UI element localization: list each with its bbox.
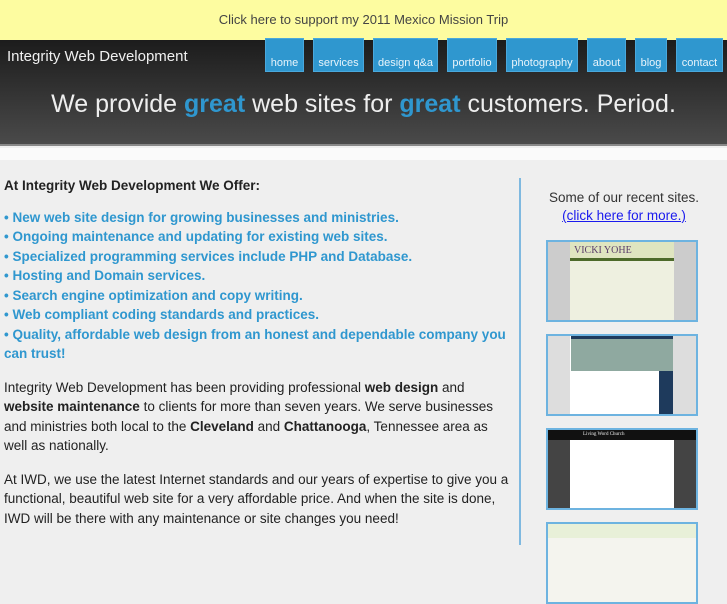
column-divider — [519, 178, 521, 545]
recent-sites-sidebar: Some of our recent sites. (click here fo… — [521, 190, 727, 223]
site-thumbnail[interactable] — [546, 334, 698, 416]
main-content: At Integrity Web Development We Offer: N… — [4, 176, 514, 528]
offers-heading: At Integrity Web Development We Offer: — [4, 178, 261, 193]
nav-contact[interactable]: contact — [676, 38, 723, 72]
banner-link[interactable]: Click here to support my 2011 Mexico Mis… — [219, 12, 508, 27]
bold-text: Cleveland — [190, 418, 254, 434]
tagline-text: web sites for — [245, 90, 400, 118]
tagline-text: We provide — [51, 90, 185, 118]
nav-services[interactable]: services — [313, 38, 364, 72]
nav-design-qa[interactable]: design q&a — [373, 38, 438, 72]
offer-item: Search engine optimization and copy writ… — [4, 286, 514, 306]
text: and — [438, 379, 465, 395]
site-thumbnail[interactable] — [546, 522, 698, 604]
offer-item: New web site design for growing business… — [4, 208, 514, 228]
site-thumbnail[interactable]: VICKI YOHE — [546, 240, 698, 322]
tagline-text: customers. Period. — [460, 90, 676, 118]
thumb-title: VICKI YOHE — [570, 242, 674, 258]
site-logo[interactable]: Integrity Web Development — [7, 48, 188, 65]
text: Integrity Web Development has been provi… — [4, 379, 365, 395]
text: and — [253, 418, 284, 434]
offer-item: Ongoing maintenance and updating for exi… — [4, 227, 514, 247]
bold-text: website maintenance — [4, 399, 140, 414]
iwd-paragraph: At IWD, we use the latest Internet stand… — [4, 471, 509, 526]
sidebar-title: Some of our recent sites. — [548, 190, 700, 205]
nav-blog[interactable]: blog — [635, 38, 667, 72]
intro-paragraph: Integrity Web Development has been provi… — [4, 378, 514, 456]
nav-photography[interactable]: photography — [506, 38, 578, 72]
header-shadow-strip — [0, 148, 727, 160]
tagline-highlight: great — [184, 90, 246, 118]
offer-item: Specialized programming services include… — [4, 247, 514, 267]
nav-about[interactable]: about — [587, 38, 626, 72]
tagline: We provide great web sites for great cus… — [0, 90, 727, 119]
offer-item: Web compliant coding standards and pract… — [4, 305, 514, 325]
more-sites-link[interactable]: (click here for more.) — [521, 208, 727, 223]
bold-text: Chattanooga — [283, 418, 367, 434]
tagline-highlight: great — [399, 90, 461, 118]
thumb-title: Living Word Church — [548, 430, 696, 440]
offer-item: Hosting and Domain services. — [4, 266, 514, 286]
site-thumbnail[interactable]: Living Word Church — [546, 428, 698, 510]
nav-home[interactable]: home — [265, 38, 304, 72]
nav-portfolio[interactable]: portfolio — [447, 38, 497, 72]
mission-trip-banner[interactable]: Click here to support my 2011 Mexico Mis… — [0, 0, 727, 40]
site-header: Integrity Web Development home services … — [0, 38, 727, 146]
offers-list: New web site design for growing business… — [4, 208, 514, 364]
offer-item: Quality, affordable web design from an h… — [4, 325, 514, 364]
bold-text: web design — [364, 379, 439, 395]
